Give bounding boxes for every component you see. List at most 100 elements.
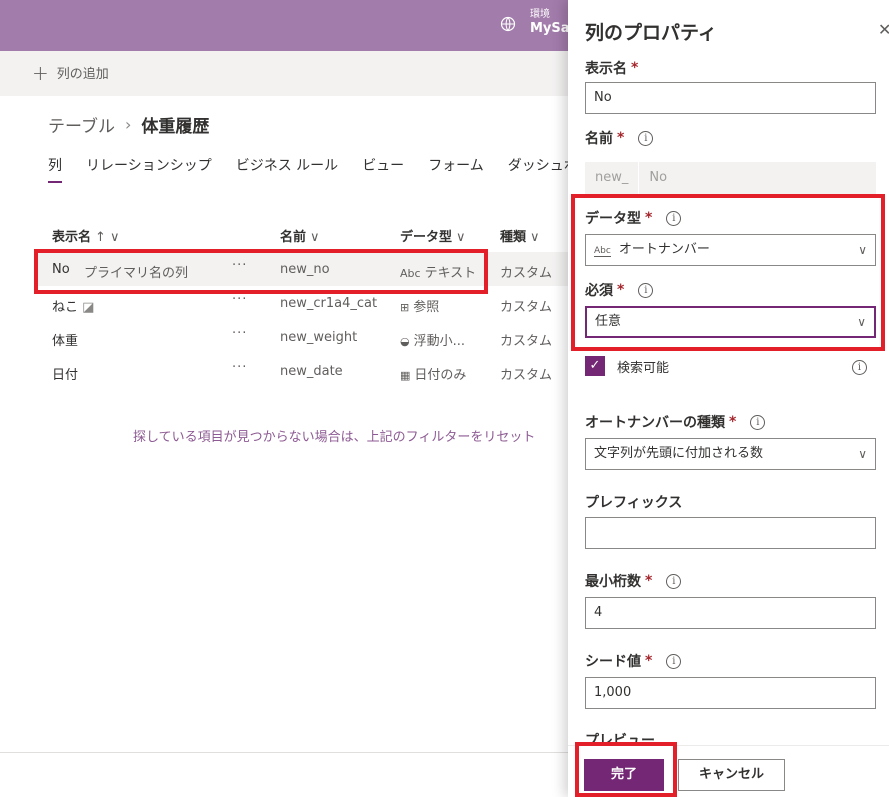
- done-button[interactable]: 完了: [584, 759, 664, 791]
- row-kind: カスタム: [500, 368, 553, 383]
- reset-filter-link[interactable]: 探している項目が見つからない場合は、上記のフィルターをリセット: [133, 426, 535, 445]
- row-display-name: No: [52, 262, 70, 277]
- required-mark: *: [645, 653, 653, 669]
- display-name-input[interactable]: No: [585, 82, 876, 114]
- required-dropdown[interactable]: 任意 ∨: [585, 306, 876, 338]
- environment-selector[interactable]: 環境 MySan: [500, 8, 579, 36]
- panel-title: 列のプロパティ: [585, 22, 717, 44]
- required-mark: *: [617, 130, 625, 146]
- date-type-icon: ▦: [400, 369, 411, 382]
- command-bar: + 列の追加: [0, 51, 580, 96]
- tab-views[interactable]: ビュー: [362, 155, 404, 183]
- header-name[interactable]: 名前 ∨: [280, 226, 320, 245]
- autonumber-type-label: オートナンバーの種類 * i: [585, 412, 766, 432]
- autonumber-type-dropdown[interactable]: 文字列が先頭に付加される数 ∨: [585, 438, 876, 470]
- plus-icon: +: [32, 60, 49, 85]
- required-mark: *: [645, 573, 653, 589]
- close-icon[interactable]: ✕: [878, 20, 889, 39]
- chevron-down-icon: ∨: [310, 230, 320, 245]
- seed-label: シード値 * i: [585, 651, 682, 671]
- table-row[interactable]: 日付 ··· new_date ▦ 日付のみ カスタム: [38, 354, 578, 388]
- row-name: new_weight: [280, 330, 358, 345]
- info-icon[interactable]: i: [852, 360, 867, 375]
- searchable-label: 検索可能: [617, 360, 670, 376]
- header-display-name[interactable]: 表示名 ↑ ∨: [52, 226, 120, 245]
- row-kind: カスタム: [500, 300, 553, 315]
- more-options-icon[interactable]: ···: [232, 258, 247, 273]
- cancel-button[interactable]: キャンセル: [678, 759, 785, 791]
- column-properties-panel: 列のプロパティ ✕ 表示名 * No 名前 * i new_ No データ型 * i Ab…: [568, 0, 889, 797]
- table-row[interactable]: ねこ ◪ ··· new_cr1a4_cat ⊞ 参照 カスタム: [38, 286, 578, 320]
- required-mark: *: [617, 282, 625, 298]
- tab-columns[interactable]: 列: [48, 155, 62, 183]
- breadcrumb: テーブル › 体重履歴: [48, 112, 209, 137]
- info-icon[interactable]: i: [666, 210, 682, 226]
- text-type-icon: Abc: [400, 267, 421, 280]
- tab-list: 列 リレーションシップ ビジネス ルール ビュー フォーム ダッシュボ: [48, 155, 602, 183]
- add-column-button[interactable]: + 列の追加: [32, 60, 109, 85]
- info-icon[interactable]: i: [666, 573, 682, 589]
- required-label: 必須 * i: [585, 280, 654, 300]
- row-data-type: Abc テキスト: [400, 266, 477, 281]
- name-value: No: [649, 170, 668, 185]
- searchable-checkbox[interactable]: ✓ 検索可能: [585, 356, 669, 376]
- sort-ascending-icon: ↑ ∨: [95, 230, 120, 245]
- prefix-input[interactable]: [585, 517, 876, 549]
- name-field: new_ No: [585, 162, 876, 194]
- row-data-type: ◒ 浮動小...: [400, 334, 466, 349]
- header-type[interactable]: 種類 ∨: [500, 226, 540, 245]
- panel-footer: 完了 キャンセル: [568, 745, 889, 797]
- more-options-icon[interactable]: ···: [232, 360, 247, 375]
- table-row[interactable]: No プライマリ名の列 ··· new_no Abc テキスト カスタム: [38, 252, 578, 286]
- name-label: 名前 * i: [585, 128, 654, 148]
- required-mark: *: [631, 60, 639, 76]
- tab-forms[interactable]: フォーム: [428, 155, 484, 183]
- info-icon[interactable]: i: [750, 414, 766, 430]
- seed-input[interactable]: 1,000: [585, 677, 876, 709]
- tab-relationships[interactable]: リレーションシップ: [86, 155, 212, 183]
- row-data-type: ⊞ 参照: [400, 300, 440, 315]
- required-mark: *: [645, 210, 653, 226]
- table-row[interactable]: 体重 ··· new_weight ◒ 浮動小... カスタム: [38, 320, 578, 354]
- divider: [0, 752, 580, 753]
- row-kind: カスタム: [500, 266, 553, 281]
- info-icon[interactable]: i: [666, 653, 682, 669]
- info-icon[interactable]: i: [638, 130, 654, 146]
- more-options-icon[interactable]: ···: [232, 326, 247, 341]
- float-type-icon: ◒: [400, 335, 410, 348]
- row-name: new_date: [280, 364, 343, 379]
- row-display-name: 体重: [52, 334, 79, 349]
- display-name-label: 表示名 *: [585, 60, 639, 77]
- row-display-name: ねこ ◪: [52, 300, 95, 315]
- chevron-down-icon: ∨: [858, 243, 867, 257]
- breadcrumb-current: 体重履歴: [141, 117, 210, 137]
- chevron-down-icon: ∨: [530, 230, 540, 245]
- chevron-right-icon: ›: [124, 115, 132, 134]
- chevron-down-icon: ∨: [857, 315, 866, 329]
- more-options-icon[interactable]: ···: [232, 292, 247, 307]
- breadcrumb-tables-link[interactable]: テーブル: [48, 112, 115, 137]
- row-primary-label: プライマリ名の列: [84, 266, 189, 281]
- data-type-label: データ型 * i: [585, 208, 682, 228]
- lookup-type-icon: ⊞: [400, 301, 410, 314]
- chevron-down-icon: ∨: [858, 447, 867, 461]
- row-name: new_no: [280, 262, 330, 277]
- lookup-icon: ◪: [82, 300, 95, 315]
- row-name: new_cr1a4_cat: [280, 296, 378, 311]
- columns-table: 表示名 ↑ ∨ 名前 ∨ データ型 ∨ 種類 ∨ No プライマリ名の列 ··· new…: [38, 218, 578, 388]
- header-data-type[interactable]: データ型 ∨: [400, 226, 466, 245]
- data-type-dropdown[interactable]: Abc オートナンバー ∨: [585, 234, 876, 266]
- prefix-label: プレフィックス: [585, 495, 683, 511]
- checkmark-icon: ✓: [585, 356, 605, 376]
- min-digits-input[interactable]: 4: [585, 597, 876, 629]
- add-column-label: 列の追加: [56, 67, 109, 82]
- row-display-name: 日付: [52, 368, 79, 383]
- tab-business-rules[interactable]: ビジネス ルール: [236, 155, 338, 183]
- globe-icon: [500, 16, 516, 32]
- min-digits-label: 最小桁数 * i: [585, 571, 682, 591]
- name-prefix: new_: [585, 162, 640, 194]
- text-type-icon: Abc: [594, 246, 611, 257]
- table-header: 表示名 ↑ ∨ 名前 ∨ データ型 ∨ 種類 ∨: [38, 218, 578, 252]
- info-icon[interactable]: i: [638, 282, 654, 298]
- row-kind: カスタム: [500, 334, 553, 349]
